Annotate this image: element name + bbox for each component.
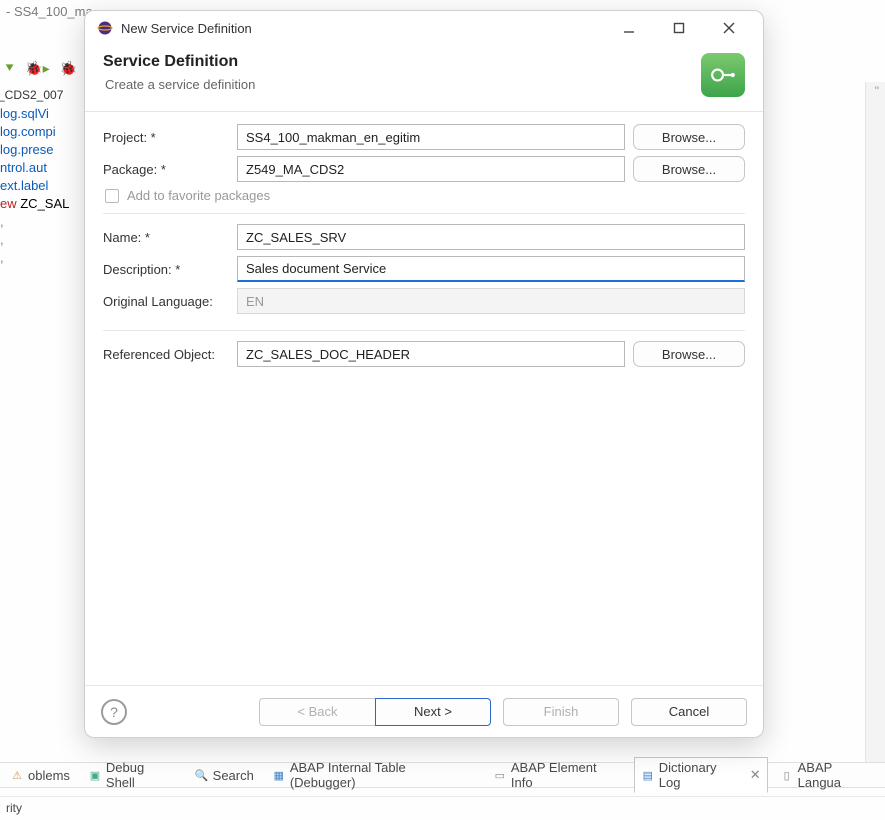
tab-label: oblems bbox=[28, 768, 70, 783]
form-area: Project: * Browse... Package: * Browse..… bbox=[85, 112, 763, 685]
referenced-object-label: Referenced Object: bbox=[103, 347, 229, 362]
referenced-object-input[interactable] bbox=[237, 341, 625, 367]
tab-dictionary-log[interactable]: ▤ Dictionary Log ✕ bbox=[634, 757, 768, 793]
section-identity: Name: * Description: * Original Language… bbox=[103, 224, 745, 331]
name-label: Name: * bbox=[103, 230, 229, 245]
status-bar: rity bbox=[0, 796, 885, 820]
tab-label: ABAP Element Info bbox=[511, 760, 622, 790]
code-line: , bbox=[0, 249, 84, 267]
doc-icon: ▯ bbox=[780, 768, 794, 782]
bottom-tabs: ⚠ oblems ▣ Debug Shell 🔍 Search ▦ ABAP I… bbox=[0, 762, 885, 788]
service-definition-icon bbox=[701, 53, 745, 97]
close-button[interactable] bbox=[707, 14, 751, 42]
log-icon: ▤ bbox=[641, 768, 655, 782]
editor-overview-ruler: " bbox=[875, 84, 879, 98]
browse-package-button[interactable]: Browse... bbox=[633, 156, 745, 182]
finish-button: Finish bbox=[503, 698, 619, 726]
close-icon[interactable]: ✕ bbox=[750, 767, 761, 783]
ide-toolbar: ⯆ 🐞▸ 🐞 bbox=[4, 60, 77, 77]
code-line: log.sqlVi bbox=[0, 105, 84, 123]
back-button: < Back bbox=[259, 698, 375, 726]
tab-debug-shell[interactable]: ▣ Debug Shell bbox=[82, 758, 183, 792]
code-line: ntrol.aut bbox=[0, 159, 84, 177]
project-input[interactable] bbox=[237, 124, 625, 150]
bug-play-icon[interactable]: 🐞▸ bbox=[25, 60, 49, 77]
tab-problems[interactable]: ⚠ oblems bbox=[4, 766, 76, 785]
tab-abap-element-info[interactable]: ▭ ABAP Element Info bbox=[487, 758, 628, 792]
tab-label: Dictionary Log bbox=[659, 760, 742, 790]
banner-subtext: Create a service definition bbox=[103, 77, 255, 92]
banner-heading: Service Definition bbox=[103, 53, 255, 71]
bug-icon[interactable]: 🐞 bbox=[60, 60, 77, 77]
dialog-banner: Service Definition Create a service defi… bbox=[85, 45, 763, 112]
add-favorite-checkbox bbox=[105, 189, 119, 203]
tab-search[interactable]: 🔍 Search bbox=[189, 766, 260, 785]
code-line: , bbox=[0, 213, 84, 231]
help-button[interactable]: ? bbox=[101, 699, 127, 725]
code-line: ext.label bbox=[0, 177, 84, 195]
editor-tab-label[interactable]: _CDS2_007 bbox=[0, 88, 63, 102]
browse-referenced-object-button[interactable]: Browse... bbox=[633, 341, 745, 367]
tab-label: Search bbox=[213, 768, 254, 783]
section-location: Project: * Browse... Package: * Browse..… bbox=[103, 124, 745, 214]
editor-scrollbar[interactable] bbox=[865, 82, 885, 762]
tab-label: ABAP Internal Table (Debugger) bbox=[290, 760, 475, 790]
package-input[interactable] bbox=[237, 156, 625, 182]
code-line: log.compi bbox=[0, 123, 84, 141]
code-editor-snippet: log.sqlVi log.compi log.prese ntrol.aut … bbox=[0, 105, 84, 267]
dialog-titlebar: New Service Definition bbox=[85, 11, 763, 45]
search-icon: 🔍 bbox=[195, 768, 209, 782]
tab-label: ABAP Langua bbox=[798, 760, 879, 790]
section-reference: Referenced Object: Browse... bbox=[103, 341, 745, 383]
description-input[interactable] bbox=[237, 256, 745, 282]
browse-project-button[interactable]: Browse... bbox=[633, 124, 745, 150]
code-line: log.prese bbox=[0, 141, 84, 159]
new-service-definition-dialog: New Service Definition Service Definitio… bbox=[84, 10, 764, 738]
drop-icon: ⯆ bbox=[4, 60, 15, 77]
minimize-button[interactable] bbox=[607, 14, 651, 42]
tab-abap-internal-table[interactable]: ▦ ABAP Internal Table (Debugger) bbox=[266, 758, 481, 792]
table-icon: ▦ bbox=[272, 768, 286, 782]
tab-label: Debug Shell bbox=[106, 760, 177, 790]
code-line: , bbox=[0, 231, 84, 249]
debug-icon: ▣ bbox=[88, 768, 102, 782]
dialog-title: New Service Definition bbox=[121, 21, 599, 36]
eclipse-icon bbox=[97, 20, 113, 36]
warning-icon: ⚠ bbox=[10, 768, 24, 782]
original-language-label: Original Language: bbox=[103, 294, 229, 309]
package-label: Package: * bbox=[103, 162, 229, 177]
tab-abap-language[interactable]: ▯ ABAP Langua bbox=[774, 758, 885, 792]
next-button[interactable]: Next > bbox=[375, 698, 491, 726]
code-line: ew ZC_SAL bbox=[0, 195, 84, 213]
original-language-input bbox=[237, 288, 745, 314]
dialog-footer: ? < Back Next > Finish Cancel bbox=[85, 685, 763, 737]
name-input[interactable] bbox=[237, 224, 745, 250]
description-label: Description: * bbox=[103, 262, 229, 277]
project-label: Project: * bbox=[103, 130, 229, 145]
maximize-button[interactable] bbox=[657, 14, 701, 42]
cancel-button[interactable]: Cancel bbox=[631, 698, 747, 726]
info-icon: ▭ bbox=[493, 768, 507, 782]
add-favorite-label: Add to favorite packages bbox=[127, 188, 270, 203]
